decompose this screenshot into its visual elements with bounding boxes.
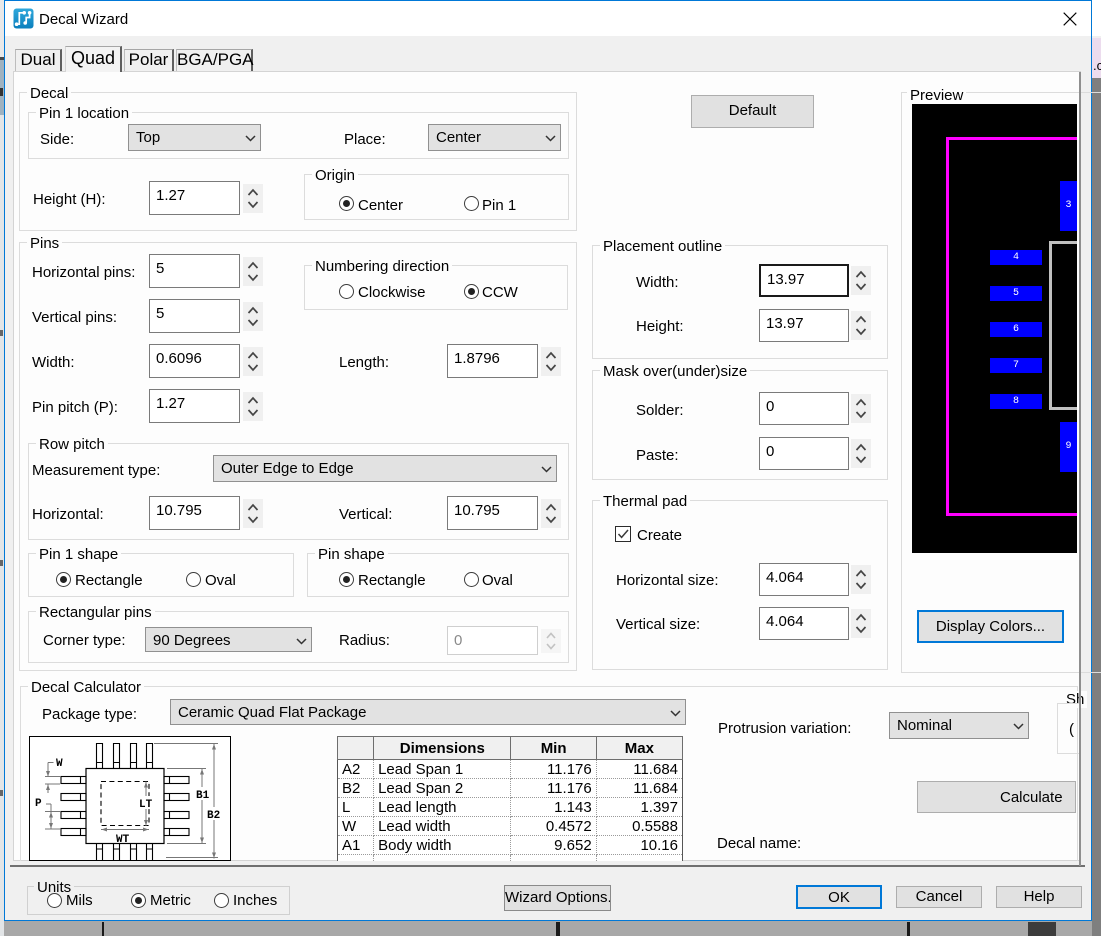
svg-text:W: W (56, 758, 63, 770)
svg-text:B2: B2 (207, 810, 220, 822)
svg-text:P: P (35, 798, 42, 810)
svg-text:LT: LT (139, 799, 153, 811)
svg-text:B1: B1 (196, 790, 210, 802)
svg-text:WT: WT (116, 834, 130, 846)
